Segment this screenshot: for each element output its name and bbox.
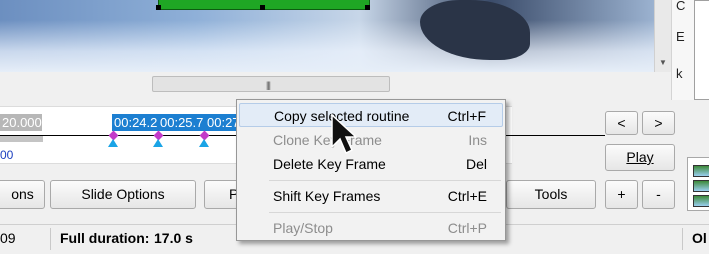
remove-label: - <box>656 186 661 202</box>
add-button[interactable]: + <box>605 180 638 209</box>
resize-handle[interactable] <box>156 5 161 10</box>
key-frame-pointer-icon[interactable] <box>153 139 163 147</box>
next-label: > <box>654 115 663 131</box>
menu-item-shortcut: Ctrl+P <box>447 220 487 236</box>
menu-separator <box>269 212 501 213</box>
menu-item-clone-key-frame[interactable]: Clone Key Frame Ins <box>239 128 503 152</box>
slide-thumbnails[interactable] <box>687 157 709 211</box>
menu-item-shortcut: Ctrl+F <box>447 108 487 124</box>
previous-label: < <box>617 115 626 131</box>
status-left: 09 <box>0 230 16 246</box>
next-button[interactable]: > <box>642 111 675 135</box>
menu-item-play-stop[interactable]: Play/Stop Ctrl+P <box>239 216 503 240</box>
resize-handle[interactable] <box>365 5 370 10</box>
timeline-start-time: 20.000 <box>0 114 42 131</box>
slide-thumbnail[interactable] <box>693 165 709 177</box>
tools-label: Tools <box>534 186 568 202</box>
menu-item-shortcut: Ins <box>468 132 487 148</box>
play-button[interactable]: Play <box>605 144 675 171</box>
full-duration-label: Full duration: <box>60 230 150 246</box>
slide-options-button[interactable]: Slide Options <box>50 180 196 209</box>
properties-panel: C E k <box>671 0 709 100</box>
key-frame-pointer-icon[interactable] <box>199 139 209 147</box>
menu-item-label: Clone Key Frame <box>273 132 382 148</box>
status-divider <box>682 228 683 250</box>
slide-options-label: Slide Options <box>81 186 165 202</box>
preview-vertical-scrollbar[interactable]: ▼ <box>654 0 672 72</box>
project-options-button[interactable]: ons <box>0 180 45 209</box>
menu-item-label: Delete Key Frame <box>273 156 386 172</box>
horizontal-scroll-thumb[interactable]: ||| <box>152 76 390 92</box>
preview-image-ice <box>0 20 654 72</box>
mouse-pointer-icon <box>331 113 356 155</box>
menu-item-copy-selected-routine[interactable]: Copy selected routine Ctrl+F <box>239 103 503 127</box>
panel-label: k <box>676 66 683 81</box>
scroll-down-arrow-icon[interactable]: ▼ <box>659 58 667 67</box>
menu-item-delete-key-frame[interactable]: Delete Key Frame Del <box>239 152 503 176</box>
menu-separator <box>269 180 501 181</box>
full-duration-value: 17.0 s <box>154 230 193 246</box>
key-frame-time[interactable]: 00:27 <box>205 114 239 131</box>
key-frame-time[interactable]: 00:24.2 <box>112 114 160 131</box>
menu-item-shift-key-frames[interactable]: Shift Key Frames Ctrl+E <box>239 184 503 208</box>
status-right: Ol <box>692 230 707 246</box>
previous-button[interactable]: < <box>605 111 638 135</box>
play-label: Play <box>626 149 654 165</box>
timeline-progress-bar <box>0 136 43 142</box>
status-divider <box>50 228 51 250</box>
resize-handle[interactable] <box>260 5 265 10</box>
menu-item-shortcut: Ctrl+E <box>447 188 487 204</box>
context-menu: Copy selected routine Ctrl+F Clone Key F… <box>236 99 506 241</box>
remove-button[interactable]: - <box>642 180 675 209</box>
key-frame-time[interactable]: 00:25.7 <box>158 114 206 131</box>
panel-list-box[interactable] <box>694 0 709 100</box>
menu-item-shortcut: Del <box>465 156 487 172</box>
menu-item-label: Play/Stop <box>273 220 333 236</box>
grip-icon: ||| <box>266 80 271 90</box>
project-options-label: ons <box>11 186 34 202</box>
slide-thumbnail[interactable] <box>693 180 709 192</box>
add-label: + <box>617 186 626 202</box>
key-frame-pointer-icon[interactable] <box>108 139 118 147</box>
panel-label: C <box>676 0 686 13</box>
timeline-bottom-label: 00 <box>0 148 14 162</box>
panel-label: E <box>676 29 685 44</box>
menu-item-label: Shift Key Frames <box>273 188 381 204</box>
slide-thumbnail[interactable] <box>693 195 709 207</box>
tools-button[interactable]: Tools <box>506 180 596 209</box>
slide-preview[interactable] <box>0 0 654 72</box>
